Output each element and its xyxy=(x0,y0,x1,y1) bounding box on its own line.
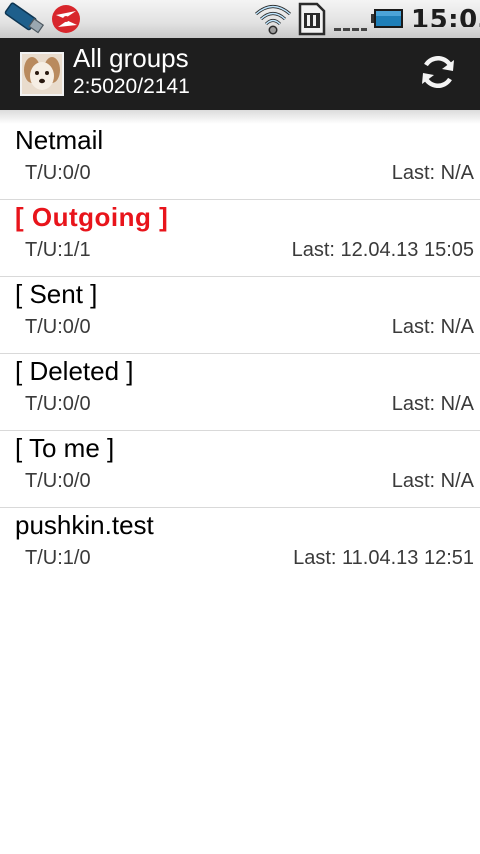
group-last-date: Last: N/A xyxy=(391,393,474,415)
page-subtitle: 2:5020/2141 xyxy=(73,75,190,98)
group-last-date: Last: 12.04.13 15:05 xyxy=(291,239,474,261)
group-item-pushkin-test[interactable]: pushkin.test T/U:1/0 Last: 11.04.13 12:5… xyxy=(0,508,480,584)
refresh-icon xyxy=(418,52,458,96)
wifi-icon xyxy=(254,3,292,38)
group-counts: T/U:0/0 xyxy=(25,162,91,184)
group-name: [ Outgoing ] xyxy=(15,202,169,232)
group-item-netmail[interactable]: Netmail T/U:0/0 Last: N/A xyxy=(0,123,480,200)
status-bar: 15:05 xyxy=(0,0,480,38)
signal-strength-icon xyxy=(334,8,368,36)
usb-icon xyxy=(4,2,46,38)
group-name: [ Deleted ] xyxy=(15,356,134,386)
group-name: [ To me ] xyxy=(15,433,115,463)
group-list: Netmail T/U:0/0 Last: N/A [ Outgoing ] T… xyxy=(0,123,480,584)
page-title: All groups xyxy=(73,43,189,73)
battery-icon xyxy=(371,8,405,34)
group-name: pushkin.test xyxy=(15,510,154,540)
dog-avatar-icon[interactable] xyxy=(20,52,64,96)
group-name: [ Sent ] xyxy=(15,279,98,309)
group-last-date: Last: N/A xyxy=(391,316,474,338)
group-item-outgoing[interactable]: [ Outgoing ] T/U:1/1 Last: 12.04.13 15:0… xyxy=(0,200,480,277)
group-counts: T/U:1/1 xyxy=(25,239,91,261)
refresh-button[interactable] xyxy=(408,50,468,98)
group-counts: T/U:0/0 xyxy=(25,470,91,492)
sim-card-icon xyxy=(298,2,326,38)
group-name: Netmail xyxy=(15,125,104,155)
group-counts: T/U:0/0 xyxy=(25,393,91,415)
group-counts: T/U:1/0 xyxy=(25,547,91,569)
action-bar: All groups 2:5020/2141 xyxy=(0,38,480,110)
group-item-to-me[interactable]: [ To me ] T/U:0/0 Last: N/A xyxy=(0,431,480,508)
action-bar-shadow xyxy=(0,110,480,124)
group-last-date: Last: 11.04.13 12:51 xyxy=(293,547,474,569)
group-item-sent[interactable]: [ Sent ] T/U:0/0 Last: N/A xyxy=(0,277,480,354)
group-last-date: Last: N/A xyxy=(391,470,474,492)
group-counts: T/U:0/0 xyxy=(25,316,91,338)
group-item-deleted[interactable]: [ Deleted ] T/U:0/0 Last: N/A xyxy=(0,354,480,431)
status-bar-clock: 15:05 xyxy=(411,5,480,27)
group-last-date: Last: N/A xyxy=(391,162,474,184)
app-notification-icon xyxy=(50,3,82,38)
